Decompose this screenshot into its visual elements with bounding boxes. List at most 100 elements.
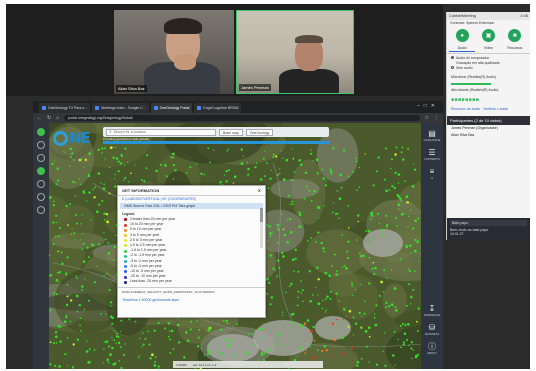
location-search-input[interactable]: ⚲ Search for a location <box>106 128 216 136</box>
view-select[interactable]: OneGeology <box>245 128 274 136</box>
displacement-point <box>109 353 112 356</box>
chat-header[interactable]: Bate-papo <box>450 220 527 226</box>
displacement-point <box>70 299 73 302</box>
tool-label: DOWNLOAD <box>423 313 441 317</box>
legend-swatch-icon <box>124 218 127 222</box>
audio-option-none[interactable]: Sem áudio <box>451 66 526 71</box>
window-controls[interactable]: –□✕ <box>417 103 439 109</box>
displacement-point <box>168 330 171 332</box>
displacement-point <box>384 332 386 334</box>
displacement-point <box>212 149 215 151</box>
displacement-point <box>115 335 119 338</box>
link-audio-resources[interactable]: Recursos de áudio <box>451 107 480 111</box>
link-check-audio[interactable]: Verificar o áudio <box>483 107 508 111</box>
displacement-point <box>356 360 360 364</box>
browser-tab-active[interactable]: OneGeology Portal <box>150 103 193 113</box>
popup-layer-id: DISPLACEMENT_VELOCITY_EGMS_PERSISTENT_SC… <box>118 286 265 296</box>
device-microphone[interactable]: Microfone (Realtek(R) Audio) <box>447 73 530 82</box>
scroll-thumb[interactable] <box>260 208 263 222</box>
displacement-point <box>323 250 326 253</box>
participants-header[interactable]: Participantes (2 de 10 vistos) <box>447 116 530 125</box>
displacement-point <box>233 353 236 356</box>
displacement-point <box>58 365 61 368</box>
displacement-point <box>310 237 313 239</box>
displacement-point <box>140 179 143 181</box>
basemap-select[interactable]: Base map <box>219 128 243 136</box>
print-icon[interactable] <box>37 193 45 201</box>
menu-icon[interactable]: ⋮ <box>434 115 439 121</box>
displacement-point <box>406 322 410 326</box>
popup-selected-layer[interactable]: GMS Slow in Fast GGL / GGS Pt4 Tiles gra… <box>120 203 263 209</box>
participant-list-item[interactable]: James Penman (Organizador) <box>447 125 530 132</box>
popup-scrollbar[interactable] <box>260 208 263 248</box>
datasets-button[interactable]: ⛁ DATASETS <box>421 323 443 336</box>
tab-video[interactable]: Vídeo <box>475 45 501 52</box>
download-button[interactable]: ↧ DOWNLOAD <box>421 304 443 317</box>
home-icon[interactable]: ⌂ <box>56 115 59 121</box>
displacement-point <box>69 156 72 159</box>
displacement-point <box>51 162 54 166</box>
displacement-point <box>323 205 325 207</box>
url-field[interactable]: portal.onegeology.org/OnegeologyGlobal/ <box>64 115 420 121</box>
video-tile-participant-1[interactable]: Allan Silva Baz <box>114 10 234 94</box>
displacement-point <box>76 338 80 341</box>
star-icon[interactable]: ☆ <box>425 115 429 121</box>
participant-list-item[interactable]: Allan Silva Baz <box>447 132 530 139</box>
reload-icon[interactable]: ↻ <box>47 115 51 121</box>
displacement-point <box>218 351 222 355</box>
about-button[interactable]: ⓘ ABOUT <box>421 342 443 355</box>
zoom-out-icon[interactable] <box>37 154 45 162</box>
displacement-point <box>147 330 150 333</box>
text-button[interactable]: ≡ A <box>421 167 443 180</box>
close-icon[interactable]: ✕ <box>258 188 261 193</box>
contents-button[interactable]: ☰ CONTENTS <box>421 148 443 161</box>
displacement-point <box>71 366 74 369</box>
mic-icon[interactable]: ● <box>455 29 469 42</box>
displacement-point <box>73 232 76 235</box>
displacement-point <box>291 203 294 205</box>
zoom-in-icon[interactable] <box>37 141 45 149</box>
browser-tab[interactable]: OneGeology TV Para o... <box>39 103 91 113</box>
displacement-point <box>103 219 106 221</box>
measure-icon[interactable] <box>37 180 45 188</box>
displacement-point <box>336 212 339 215</box>
browser-tab[interactable]: Engel Lugreine BRGM <box>194 103 242 113</box>
popup-tabs[interactable]: E (LANDSAT/VERTICAL) BY (COORDINATES) <box>118 196 265 202</box>
device-speaker[interactable]: Alto-falante (Realtek(R) Audio) <box>447 86 530 95</box>
displacement-point <box>390 167 392 170</box>
history-icon[interactable] <box>37 206 45 214</box>
displacement-point <box>227 344 231 348</box>
tab-resources[interactable]: Recursos <box>502 45 528 52</box>
browser-tab[interactable]: Meetings index - Google C... <box>92 103 149 113</box>
tab-audio[interactable]: Áudio <box>449 45 476 52</box>
displacement-point <box>321 168 324 171</box>
displacement-point <box>85 350 89 353</box>
map-view[interactable]: ▤ CATALOGUE ☰ CONTENTS ≡ A ↧ DOWNLOAD ⛁ DATAS… <box>33 123 443 369</box>
displacement-point <box>49 309 52 312</box>
globe-icon[interactable] <box>37 128 45 136</box>
screen-icon[interactable]: ▣ <box>481 29 495 42</box>
popup-layer-link[interactable]: Terrafirma 1:50000 geohazards layer <box>118 296 265 304</box>
legend-label: 3 to 5 mm per year <box>130 232 160 237</box>
displacement-point <box>399 197 402 201</box>
displacement-point <box>273 343 275 346</box>
back-icon[interactable]: ← <box>37 115 42 121</box>
displacement-point <box>91 243 94 245</box>
camera-icon[interactable]: ■ <box>508 29 522 42</box>
displacement-point <box>207 328 211 332</box>
video-tile-participant-2[interactable]: James Penman <box>236 10 354 94</box>
displacement-point <box>305 349 308 351</box>
displacement-point <box>80 183 82 185</box>
displacement-point <box>350 346 354 350</box>
displacement-point <box>83 192 85 194</box>
displacement-point <box>66 295 69 298</box>
displacement-point <box>398 208 400 210</box>
displacement-point <box>360 283 362 286</box>
search-icon: ⚲ <box>109 130 112 134</box>
terrain-patch <box>270 179 320 199</box>
catalogue-button[interactable]: ▤ CATALOGUE <box>421 129 443 142</box>
layer-icon[interactable] <box>37 167 45 175</box>
displacement-point <box>206 352 210 356</box>
onegeology-logo[interactable]: NE <box>53 129 91 147</box>
displacement-point <box>69 147 72 151</box>
